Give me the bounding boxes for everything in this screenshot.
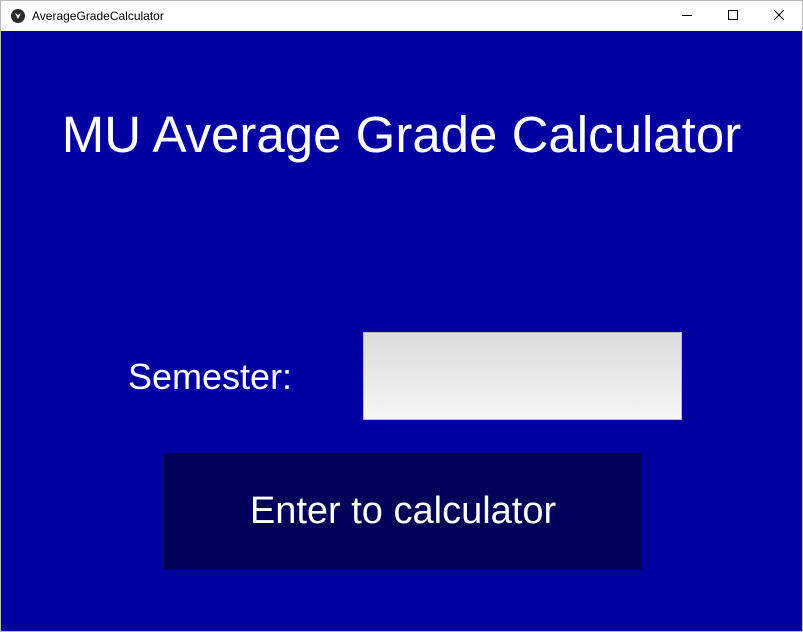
app-content: MU Average Grade Calculator Semester: En… [1,31,802,631]
window-title: AverageGradeCalculator [32,9,164,23]
semester-label: Semester: [128,356,293,397]
title-bar[interactable]: AverageGradeCalculator [1,1,802,31]
app-window: AverageGradeCalculator MU Average Grade … [0,0,803,632]
close-button[interactable] [756,1,802,31]
maximize-button[interactable] [710,1,756,31]
close-icon [773,7,785,25]
maximize-icon [728,7,738,25]
page-title: MU Average Grade Calculator [61,106,742,163]
minimize-icon [682,7,692,25]
semester-input[interactable] [363,332,682,420]
minimize-button[interactable] [664,1,710,31]
kivy-logo-icon [11,9,25,23]
enter-calculator-button[interactable]: Enter to calculator [164,453,642,570]
